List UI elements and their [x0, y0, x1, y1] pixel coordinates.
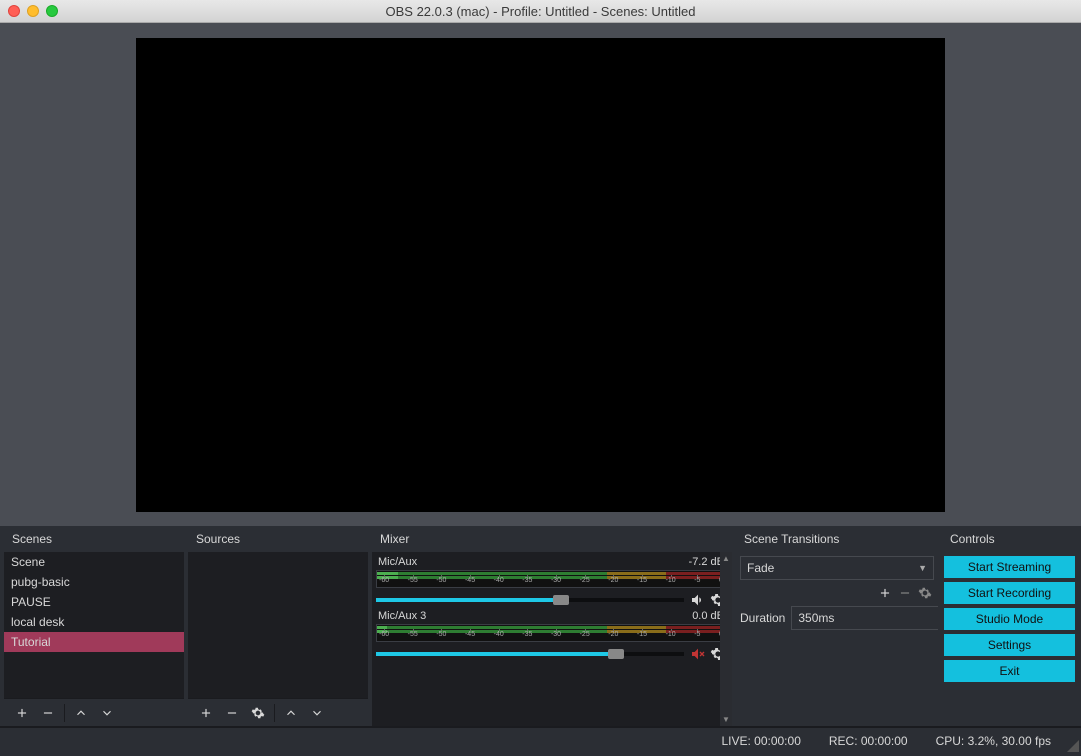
mixer-scrollbar[interactable]: ▲ ▼	[720, 552, 732, 726]
scene-item[interactable]: Scene	[4, 552, 184, 572]
titlebar: OBS 22.0.3 (mac) - Profile: Untitled - S…	[0, 0, 1081, 23]
channel-name: Mic/Aux	[378, 556, 417, 568]
duration-spinner[interactable]: ▲ ▼	[791, 606, 938, 630]
volume-meter: -60-55-50-45-40-35-30-25-20-15-10-50	[376, 624, 726, 642]
studio-mode-button[interactable]: Studio Mode	[944, 608, 1075, 630]
remove-source-button[interactable]	[220, 702, 244, 724]
volume-meter: -60-55-50-45-40-35-30-25-20-15-10-50	[376, 570, 726, 588]
transition-select-value: Fade	[747, 561, 774, 575]
slider-thumb[interactable]	[553, 595, 569, 605]
move-source-down-button[interactable]	[305, 702, 329, 724]
scenes-header: Scenes	[4, 526, 184, 552]
move-source-up-button[interactable]	[279, 702, 303, 724]
status-rec: REC: 00:00:00	[829, 734, 908, 748]
mute-icon[interactable]	[690, 646, 706, 662]
controls-header: Controls	[942, 526, 1077, 552]
preview-area	[0, 28, 1081, 526]
exit-button[interactable]: Exit	[944, 660, 1075, 682]
traffic-lights	[8, 5, 58, 17]
close-window-button[interactable]	[8, 5, 20, 17]
status-bar: LIVE: 00:00:00 REC: 00:00:00 CPU: 3.2%, …	[0, 726, 1081, 754]
scene-item[interactable]: Tutorial	[4, 632, 184, 652]
volume-slider[interactable]	[376, 652, 684, 656]
resize-grip[interactable]	[1065, 738, 1079, 752]
add-source-button[interactable]	[194, 702, 218, 724]
maximize-window-button[interactable]	[46, 5, 58, 17]
volume-slider[interactable]	[376, 598, 684, 602]
move-scene-down-button[interactable]	[95, 702, 119, 724]
remove-scene-button[interactable]	[36, 702, 60, 724]
scenes-footer	[4, 698, 184, 726]
speaker-icon[interactable]	[690, 592, 706, 608]
duration-input[interactable]	[792, 607, 938, 629]
scroll-down-icon[interactable]: ▼	[722, 715, 730, 724]
slider-thumb[interactable]	[608, 649, 624, 659]
minimize-window-button[interactable]	[27, 5, 39, 17]
scenes-list: Scenepubg-basicPAUSElocal deskTutorial	[4, 552, 184, 698]
preview-canvas[interactable]	[136, 38, 945, 512]
sources-footer	[188, 698, 368, 726]
remove-transition-button[interactable]	[898, 586, 912, 600]
start-streaming-button[interactable]: Start Streaming	[944, 556, 1075, 578]
mixer-channel: Mic/Aux 30.0 dB-60-55-50-45-40-35-30-25-…	[376, 610, 726, 662]
add-transition-button[interactable]	[878, 586, 892, 600]
status-cpu: CPU: 3.2%, 30.00 fps	[936, 734, 1051, 748]
scroll-up-icon[interactable]: ▲	[722, 554, 730, 563]
transition-properties-button[interactable]	[918, 586, 932, 600]
controls-panel: Controls Start Streaming Start Recording S…	[942, 526, 1077, 726]
sources-panel: Sources	[188, 526, 368, 726]
channel-name: Mic/Aux 3	[378, 610, 426, 622]
mixer-channel: Mic/Aux -7.2 dB -60-55-50-45-40-35-30-25-2…	[376, 556, 726, 608]
move-scene-up-button[interactable]	[69, 702, 93, 724]
scene-item[interactable]: PAUSE	[4, 592, 184, 612]
transitions-panel: Scene Transitions Fade ▼ Duration ▲ ▼	[736, 526, 938, 726]
scenes-panel: Scenes Scenepubg-basicPAUSElocal deskTut…	[4, 526, 184, 726]
settings-button[interactable]: Settings	[944, 634, 1075, 656]
sources-header: Sources	[188, 526, 368, 552]
start-recording-button[interactable]: Start Recording	[944, 582, 1075, 604]
window-title: OBS 22.0.3 (mac) - Profile: Untitled - S…	[386, 4, 696, 19]
add-scene-button[interactable]	[10, 702, 34, 724]
chevron-down-icon: ▼	[918, 563, 927, 573]
source-properties-button[interactable]	[246, 702, 270, 724]
transition-select[interactable]: Fade ▼	[740, 556, 934, 580]
scene-item[interactable]: local desk	[4, 612, 184, 632]
transitions-body: Fade ▼ Duration ▲ ▼	[736, 552, 938, 726]
mixer-body: Mic/Aux -7.2 dB -60-55-50-45-40-35-30-25-2…	[372, 552, 732, 726]
mixer-panel: Mixer Mic/Aux -7.2 dB -60-55-50-45-40-35-3…	[372, 526, 732, 726]
mixer-header: Mixer	[372, 526, 732, 552]
scene-item[interactable]: pubg-basic	[4, 572, 184, 592]
sources-list[interactable]	[188, 552, 368, 698]
duration-label: Duration	[740, 611, 785, 625]
status-live: LIVE: 00:00:00	[721, 734, 800, 748]
channel-db: -7.2 dB	[689, 556, 724, 568]
transitions-header: Scene Transitions	[736, 526, 938, 552]
